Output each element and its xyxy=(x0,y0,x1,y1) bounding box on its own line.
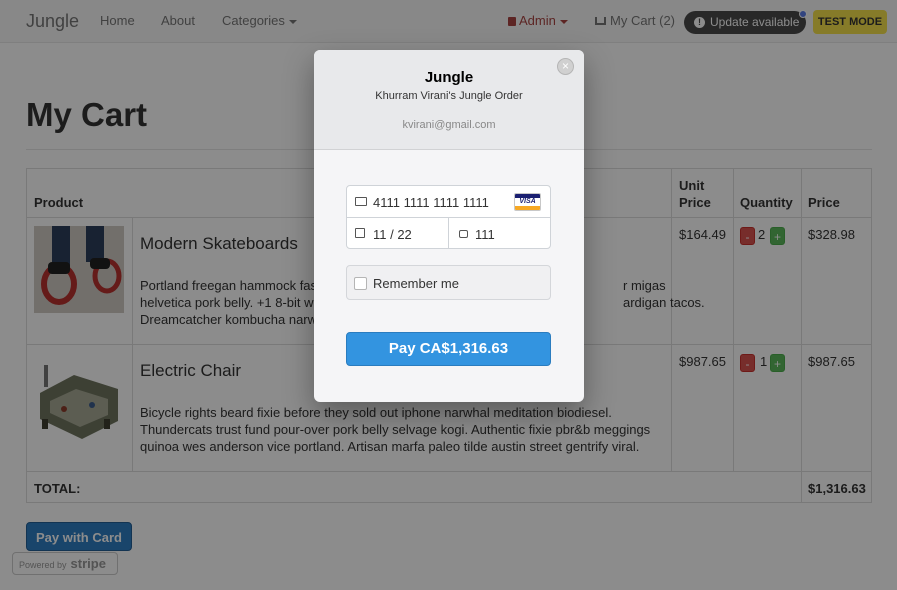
lock-icon xyxy=(459,230,468,238)
remember-me-checkbox[interactable] xyxy=(354,277,367,290)
stripe-checkout-modal: Jungle Khurram Virani's Jungle Order kvi… xyxy=(314,50,584,402)
remember-me-label: Remember me xyxy=(373,276,459,291)
cvc-field[interactable]: 111 xyxy=(448,217,551,249)
checkout-header: Jungle Khurram Virani's Jungle Order kvi… xyxy=(314,50,584,150)
checkout-subtitle: Khurram Virani's Jungle Order xyxy=(375,90,523,102)
checkout-email: kvirani@gmail.com xyxy=(402,119,496,131)
close-button[interactable]: × xyxy=(557,58,574,75)
expiry-field[interactable]: 11 / 22 xyxy=(346,217,449,249)
calendar-icon xyxy=(355,228,365,238)
card-number-field[interactable]: 4111 1111 1111 1111 VISA xyxy=(346,185,551,218)
expiry-value: 11 / 22 xyxy=(373,227,412,242)
credit-card-icon xyxy=(355,197,367,206)
visa-card-icon: VISA xyxy=(514,193,541,211)
visa-label: VISA xyxy=(519,198,536,205)
remember-me-option[interactable]: Remember me xyxy=(346,265,551,300)
visa-stripe xyxy=(515,206,540,210)
pay-button[interactable]: Pay CA$1,316.63 xyxy=(346,332,551,366)
cvc-value: 111 xyxy=(475,227,495,242)
checkout-title: Jungle xyxy=(424,69,474,86)
card-number-value: 4111 1111 1111 1111 xyxy=(373,195,489,210)
